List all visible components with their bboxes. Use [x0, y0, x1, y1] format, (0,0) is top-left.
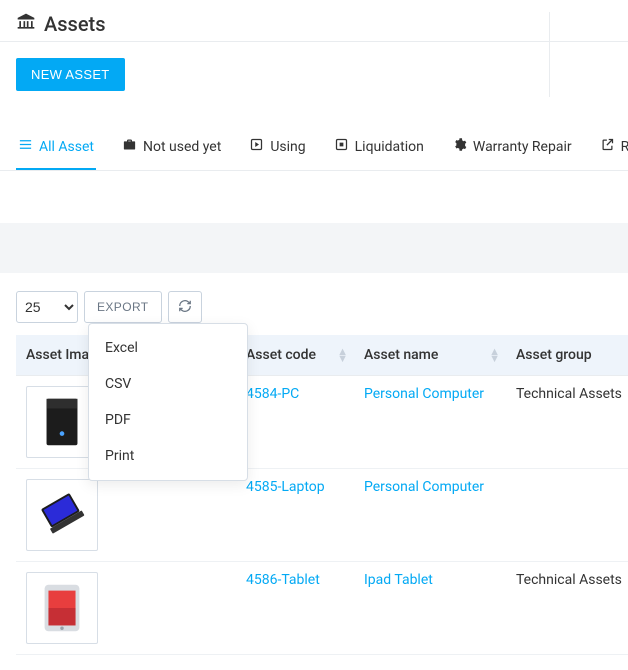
tablet-icon	[33, 579, 91, 637]
play-icon	[249, 137, 264, 156]
table-row: 4585-Laptop Personal Computer	[16, 469, 628, 562]
tabs: All Asset Not used yet Using Liquidation…	[0, 125, 628, 171]
column-header-code[interactable]: Asset code ▲▼	[236, 335, 354, 376]
asset-name-link[interactable]: Personal Computer	[364, 479, 484, 495]
tab-all-asset[interactable]: All Asset	[16, 125, 96, 170]
asset-code-link[interactable]: 4585-Laptop	[246, 479, 325, 495]
column-header-label: Asset name	[364, 347, 438, 363]
refresh-icon	[178, 299, 192, 316]
laptop-icon	[33, 486, 91, 544]
export-option-csv[interactable]: CSV	[89, 366, 247, 402]
table-toolbar: 25 EXPORT Excel CSV PDF Print	[0, 273, 628, 335]
column-header-name[interactable]: Asset name ▲▼	[354, 335, 506, 376]
gear-icon	[452, 137, 467, 156]
tab-label: All Asset	[39, 139, 94, 155]
tab-label: Using	[270, 139, 305, 155]
tab-label: Warranty Repair	[473, 139, 572, 155]
asset-name-link[interactable]: Personal Computer	[364, 386, 484, 402]
sort-icon: ▲▼	[337, 348, 348, 362]
pc-tower-icon	[33, 393, 91, 451]
tab-not-used-yet[interactable]: Not used yet	[120, 125, 223, 170]
page-title: Assets	[44, 12, 106, 36]
new-asset-button[interactable]: NEW ASSET	[16, 58, 125, 91]
bank-icon	[16, 12, 36, 36]
export-option-pdf[interactable]: PDF	[89, 402, 247, 438]
export-option-print[interactable]: Print	[89, 438, 247, 474]
refresh-button[interactable]	[168, 291, 202, 323]
export-option-excel[interactable]: Excel	[89, 330, 247, 366]
tab-label: Not used yet	[143, 139, 221, 155]
sort-icon: ▲▼	[489, 348, 500, 362]
asset-group-text: Technical Assets	[516, 386, 622, 402]
asset-thumbnail[interactable]	[26, 479, 98, 551]
asset-code-link[interactable]: 4584-PC	[246, 386, 299, 402]
export-dropdown: Excel CSV PDF Print	[88, 323, 248, 481]
column-header-label: Asset code	[246, 347, 316, 363]
new-asset-wrap: NEW ASSET	[0, 42, 628, 107]
column-header-label: Asset group	[516, 347, 592, 363]
stop-icon	[334, 137, 349, 156]
external-icon	[600, 137, 615, 156]
list-icon	[18, 137, 33, 156]
tab-label: Liquidation	[355, 139, 424, 155]
asset-code-link[interactable]: 4586-Tablet	[246, 572, 320, 588]
asset-group-text: Technical Assets	[516, 572, 622, 588]
page-size-select[interactable]: 25	[16, 291, 78, 323]
tab-report[interactable]: Report lo	[598, 125, 628, 170]
column-header-group[interactable]: Asset group	[506, 335, 628, 376]
asset-name-link[interactable]: Ipad Tablet	[364, 572, 433, 588]
tab-label: Report lo	[621, 139, 628, 155]
briefcase-icon	[122, 137, 137, 156]
tab-warranty-repair[interactable]: Warranty Repair	[450, 125, 574, 170]
page-header: Assets	[0, 0, 628, 42]
content-gap	[0, 223, 628, 273]
tab-liquidation[interactable]: Liquidation	[332, 125, 426, 170]
export-button[interactable]: EXPORT	[84, 291, 162, 323]
table-row: 4586-Tablet Ipad Tablet Technical Assets	[16, 562, 628, 655]
tab-using[interactable]: Using	[247, 125, 307, 170]
asset-thumbnail[interactable]	[26, 572, 98, 644]
